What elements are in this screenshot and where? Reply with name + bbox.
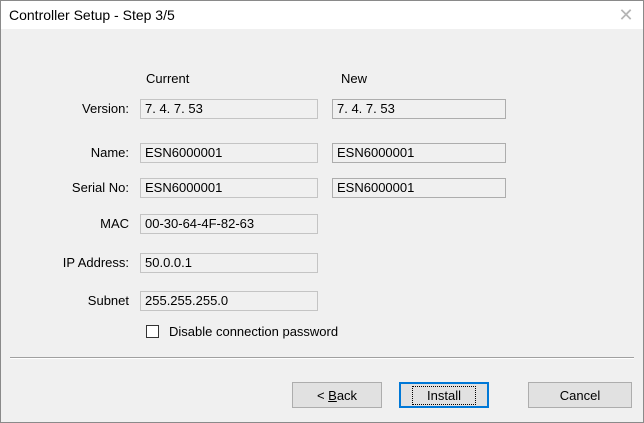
back-button-mnemonic: B [328, 387, 337, 403]
name-label: Name: [90, 145, 129, 160]
mac-field: 00-30-64-4F-82-63 [140, 214, 318, 234]
separator [10, 357, 634, 359]
serial-no-label: Serial No: [71, 180, 129, 195]
cancel-button[interactable]: Cancel [528, 382, 632, 408]
controller-setup-dialog: Controller Setup - Step 3/5 ✕ Current Ne… [0, 0, 644, 423]
back-button[interactable]: < Back [292, 382, 382, 408]
disable-password-label[interactable]: Disable connection password [169, 324, 338, 339]
current-serial-no-field: ESN6000001 [140, 178, 318, 198]
back-button-prefix: < [316, 387, 329, 403]
subnet-field: 255.255.255.0 [140, 291, 318, 311]
window-title: Controller Setup - Step 3/5 [9, 7, 175, 23]
version-label: Version: [82, 101, 129, 116]
install-button[interactable]: Install [399, 382, 489, 408]
current-name-field: ESN6000001 [140, 143, 318, 163]
current-column-header: Current [146, 71, 190, 86]
disable-password-option[interactable]: Disable connection password [146, 324, 338, 339]
close-icon[interactable]: ✕ [613, 3, 639, 27]
ip-address-field: 50.0.0.1 [140, 253, 318, 273]
new-column-header: New [341, 71, 368, 86]
back-button-rest: ack [336, 387, 358, 403]
mac-label: MAC [100, 216, 129, 231]
new-name-field: ESN6000001 [332, 143, 506, 163]
new-version-field: 7. 4. 7. 53 [332, 99, 506, 119]
ip-address-label: IP Address: [62, 255, 129, 270]
current-version-field: 7. 4. 7. 53 [140, 99, 318, 119]
disable-password-checkbox[interactable] [146, 325, 159, 338]
cancel-button-label: Cancel [559, 387, 601, 403]
new-serial-no-field: ESN6000001 [332, 178, 506, 198]
install-button-label: Install [412, 385, 476, 405]
title-bar: Controller Setup - Step 3/5 ✕ [1, 1, 643, 29]
subnet-label: Subnet [87, 293, 129, 308]
